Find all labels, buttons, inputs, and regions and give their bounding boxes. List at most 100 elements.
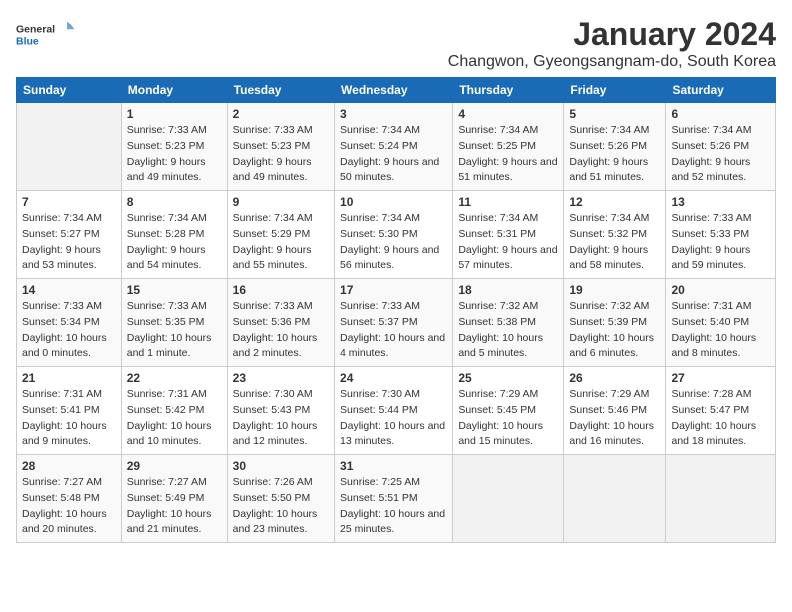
daylight-label: Daylight: 10 hours and 6 minutes.: [569, 332, 654, 360]
sunset-label: Sunset: 5:43 PM: [233, 404, 311, 416]
sunset-label: Sunset: 5:47 PM: [671, 404, 749, 416]
sunset-label: Sunset: 5:41 PM: [22, 404, 100, 416]
day-number: 4: [458, 107, 558, 121]
day-info: Sunrise: 7:31 AM Sunset: 5:40 PM Dayligh…: [671, 299, 770, 362]
daylight-label: Daylight: 9 hours and 50 minutes.: [340, 156, 439, 184]
sunset-label: Sunset: 5:51 PM: [340, 492, 418, 504]
sunrise-label: Sunrise: 7:30 AM: [233, 388, 313, 400]
daylight-label: Daylight: 10 hours and 9 minutes.: [22, 420, 107, 448]
sunrise-label: Sunrise: 7:27 AM: [127, 476, 207, 488]
daylight-label: Daylight: 10 hours and 15 minutes.: [458, 420, 543, 448]
column-header-tuesday: Tuesday: [227, 78, 334, 103]
day-info: Sunrise: 7:30 AM Sunset: 5:44 PM Dayligh…: [340, 387, 447, 450]
daylight-label: Daylight: 9 hours and 58 minutes.: [569, 244, 648, 272]
sunrise-label: Sunrise: 7:26 AM: [233, 476, 313, 488]
day-info: Sunrise: 7:25 AM Sunset: 5:51 PM Dayligh…: [340, 475, 447, 538]
day-number: 28: [22, 459, 116, 473]
sunrise-label: Sunrise: 7:28 AM: [671, 388, 751, 400]
day-number: 15: [127, 283, 222, 297]
sunrise-label: Sunrise: 7:34 AM: [569, 212, 649, 224]
sunset-label: Sunset: 5:34 PM: [22, 316, 100, 328]
daylight-label: Daylight: 10 hours and 0 minutes.: [22, 332, 107, 360]
sunset-label: Sunset: 5:23 PM: [127, 140, 205, 152]
day-info: Sunrise: 7:30 AM Sunset: 5:43 PM Dayligh…: [233, 387, 329, 450]
week-row-4: 21 Sunrise: 7:31 AM Sunset: 5:41 PM Dayl…: [17, 367, 776, 455]
daylight-label: Daylight: 10 hours and 16 minutes.: [569, 420, 654, 448]
day-info: Sunrise: 7:34 AM Sunset: 5:25 PM Dayligh…: [458, 123, 558, 186]
svg-text:Blue: Blue: [16, 35, 39, 47]
week-row-1: 1 Sunrise: 7:33 AM Sunset: 5:23 PM Dayli…: [17, 103, 776, 191]
sunset-label: Sunset: 5:23 PM: [233, 140, 311, 152]
calendar-cell: 24 Sunrise: 7:30 AM Sunset: 5:44 PM Dayl…: [335, 367, 453, 455]
sunrise-label: Sunrise: 7:34 AM: [671, 124, 751, 136]
day-info: Sunrise: 7:32 AM Sunset: 5:38 PM Dayligh…: [458, 299, 558, 362]
day-info: Sunrise: 7:33 AM Sunset: 5:36 PM Dayligh…: [233, 299, 329, 362]
sunrise-label: Sunrise: 7:33 AM: [233, 124, 313, 136]
day-info: Sunrise: 7:34 AM Sunset: 5:26 PM Dayligh…: [569, 123, 660, 186]
calendar-cell: 15 Sunrise: 7:33 AM Sunset: 5:35 PM Dayl…: [121, 279, 227, 367]
calendar-cell: 28 Sunrise: 7:27 AM Sunset: 5:48 PM Dayl…: [17, 455, 122, 543]
sunset-label: Sunset: 5:44 PM: [340, 404, 418, 416]
sunset-label: Sunset: 5:49 PM: [127, 492, 205, 504]
calendar-cell: 18 Sunrise: 7:32 AM Sunset: 5:38 PM Dayl…: [453, 279, 564, 367]
day-info: Sunrise: 7:26 AM Sunset: 5:50 PM Dayligh…: [233, 475, 329, 538]
sunrise-label: Sunrise: 7:34 AM: [340, 124, 420, 136]
day-number: 23: [233, 371, 329, 385]
sunrise-label: Sunrise: 7:32 AM: [458, 300, 538, 312]
day-info: Sunrise: 7:34 AM Sunset: 5:28 PM Dayligh…: [127, 211, 222, 274]
calendar-table: SundayMondayTuesdayWednesdayThursdayFrid…: [16, 77, 776, 543]
svg-text:General: General: [16, 23, 55, 35]
day-info: Sunrise: 7:34 AM Sunset: 5:29 PM Dayligh…: [233, 211, 329, 274]
daylight-label: Daylight: 10 hours and 10 minutes.: [127, 420, 212, 448]
day-number: 19: [569, 283, 660, 297]
sunset-label: Sunset: 5:29 PM: [233, 228, 311, 240]
day-number: 1: [127, 107, 222, 121]
day-number: 7: [22, 195, 116, 209]
calendar-cell: [666, 455, 776, 543]
calendar-cell: 4 Sunrise: 7:34 AM Sunset: 5:25 PM Dayli…: [453, 103, 564, 191]
day-number: 5: [569, 107, 660, 121]
sunset-label: Sunset: 5:39 PM: [569, 316, 647, 328]
calendar-cell: 12 Sunrise: 7:34 AM Sunset: 5:32 PM Dayl…: [564, 191, 666, 279]
calendar-cell: [564, 455, 666, 543]
calendar-cell: 17 Sunrise: 7:33 AM Sunset: 5:37 PM Dayl…: [335, 279, 453, 367]
column-header-friday: Friday: [564, 78, 666, 103]
day-info: Sunrise: 7:27 AM Sunset: 5:49 PM Dayligh…: [127, 475, 222, 538]
daylight-label: Daylight: 9 hours and 55 minutes.: [233, 244, 312, 272]
main-title: January 2024: [448, 16, 776, 53]
day-number: 27: [671, 371, 770, 385]
day-number: 2: [233, 107, 329, 121]
daylight-label: Daylight: 9 hours and 53 minutes.: [22, 244, 101, 272]
daylight-label: Daylight: 10 hours and 20 minutes.: [22, 508, 107, 536]
sunrise-label: Sunrise: 7:34 AM: [22, 212, 102, 224]
calendar-cell: 22 Sunrise: 7:31 AM Sunset: 5:42 PM Dayl…: [121, 367, 227, 455]
day-number: 25: [458, 371, 558, 385]
sunset-label: Sunset: 5:38 PM: [458, 316, 536, 328]
header-row: SundayMondayTuesdayWednesdayThursdayFrid…: [17, 78, 776, 103]
sunrise-label: Sunrise: 7:33 AM: [233, 300, 313, 312]
day-number: 3: [340, 107, 447, 121]
day-info: Sunrise: 7:33 AM Sunset: 5:37 PM Dayligh…: [340, 299, 447, 362]
sunrise-label: Sunrise: 7:34 AM: [233, 212, 313, 224]
sunset-label: Sunset: 5:24 PM: [340, 140, 418, 152]
daylight-label: Daylight: 10 hours and 4 minutes.: [340, 332, 445, 360]
sunset-label: Sunset: 5:28 PM: [127, 228, 205, 240]
sunset-label: Sunset: 5:31 PM: [458, 228, 536, 240]
day-number: 13: [671, 195, 770, 209]
daylight-label: Daylight: 9 hours and 56 minutes.: [340, 244, 439, 272]
day-number: 6: [671, 107, 770, 121]
daylight-label: Daylight: 10 hours and 18 minutes.: [671, 420, 756, 448]
sunrise-label: Sunrise: 7:34 AM: [340, 212, 420, 224]
calendar-cell: [453, 455, 564, 543]
sunrise-label: Sunrise: 7:33 AM: [340, 300, 420, 312]
column-header-thursday: Thursday: [453, 78, 564, 103]
sunset-label: Sunset: 5:45 PM: [458, 404, 536, 416]
calendar-cell: 14 Sunrise: 7:33 AM Sunset: 5:34 PM Dayl…: [17, 279, 122, 367]
sunrise-label: Sunrise: 7:30 AM: [340, 388, 420, 400]
day-number: 16: [233, 283, 329, 297]
day-info: Sunrise: 7:31 AM Sunset: 5:41 PM Dayligh…: [22, 387, 116, 450]
sunrise-label: Sunrise: 7:33 AM: [127, 124, 207, 136]
day-number: 21: [22, 371, 116, 385]
calendar-cell: 9 Sunrise: 7:34 AM Sunset: 5:29 PM Dayli…: [227, 191, 334, 279]
daylight-label: Daylight: 9 hours and 49 minutes.: [233, 156, 312, 184]
